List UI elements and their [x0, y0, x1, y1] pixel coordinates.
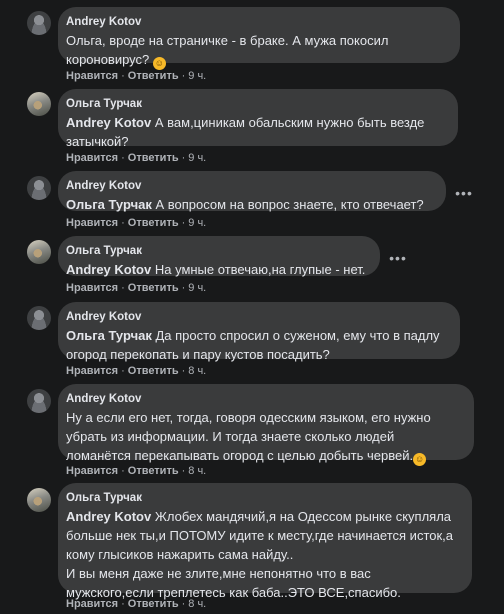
mention-link[interactable]: Andrey Kotov [66, 115, 151, 130]
avatar[interactable] [27, 92, 51, 116]
comment-bubble: Andrey Kotov Ольга Турчак Да просто спро… [58, 302, 460, 362]
grin-emoji-icon: ☺ [413, 453, 427, 466]
like-link[interactable]: Нравится [66, 365, 118, 377]
timestamp[interactable]: 9 ч. [188, 152, 206, 164]
comment-author[interactable]: Andrey Kotov [66, 15, 448, 29]
comment-body: А вопросом на вопрос знаете, кто отвечае… [155, 197, 424, 212]
comment-actions: Нравится · Ответить · 8 ч. [66, 465, 207, 477]
mention-link[interactable]: Andrey Kotov [66, 509, 151, 524]
comment-author[interactable]: Andrey Kotov [66, 310, 448, 324]
reply-link[interactable]: Ответить [128, 282, 179, 294]
avatar[interactable] [27, 389, 51, 413]
comment-text: Ольга, вроде на страничке - в браке. А м… [66, 31, 448, 70]
mention-link[interactable]: Andrey Kotov [66, 262, 151, 277]
comment-actions: Нравится · Ответить · 9 ч. [66, 70, 207, 82]
comment-text: Andrey Kotov А вам,циникам обальским нуж… [66, 113, 446, 151]
reply-link[interactable]: Ответить [128, 152, 179, 164]
mention-link[interactable]: Ольга Турчак [66, 328, 152, 343]
reply-link[interactable]: Ответить [128, 365, 179, 377]
mention-link[interactable]: Ольга Турчак [66, 197, 152, 212]
avatar[interactable] [27, 488, 51, 512]
comment-actions: Нравится · Ответить · 8 ч. [66, 365, 207, 377]
like-link[interactable]: Нравится [66, 217, 118, 229]
comment-actions: Нравится · Ответить · 9 ч. [66, 152, 207, 164]
timestamp[interactable]: 8 ч. [188, 365, 206, 377]
reply-link[interactable]: Ответить [128, 465, 179, 477]
like-link[interactable]: Нравится [66, 598, 118, 610]
comment-author[interactable]: Ольга Турчак [66, 97, 446, 111]
comment-body: На умные отвечаю,на глупые - нет. [154, 262, 366, 277]
comment-bubble: Andrey Kotov Ольга Турчак А вопросом на … [58, 171, 446, 214]
timestamp[interactable]: 9 ч. [188, 217, 206, 229]
avatar[interactable] [27, 306, 51, 330]
comment-author[interactable]: Ольга Турчак [66, 491, 460, 505]
comment-bubble: Ольга Турчак Andrey Kotov А вам,циникам … [58, 89, 458, 149]
comment-author[interactable]: Andrey Kotov [66, 179, 434, 193]
comment-text: Ну а если его нет, тогда, говоря одесски… [66, 408, 462, 466]
like-link[interactable]: Нравится [66, 152, 118, 164]
timestamp[interactable]: 9 ч. [188, 282, 206, 294]
comment-thread: Andrey Kotov Ольга, вроде на страничке -… [0, 0, 504, 614]
comment-actions: Нравится · Ответить · 9 ч. [66, 217, 207, 229]
avatar[interactable] [27, 240, 51, 264]
like-link[interactable]: Нравится [66, 465, 118, 477]
more-options-icon[interactable]: ••• [389, 251, 407, 265]
comment-bubble: Ольга Турчак Andrey Kotov На умные отвеч… [58, 236, 380, 279]
like-link[interactable]: Нравится [66, 70, 118, 82]
comment-text: Andrey Kotov На умные отвечаю,на глупые … [66, 260, 368, 279]
comment-bubble: Andrey Kotov Ну а если его нет, тогда, г… [58, 384, 474, 466]
comment-text: Ольга Турчак Да просто спросил о суженом… [66, 326, 448, 364]
comment-text: Ольга Турчак А вопросом на вопрос знаете… [66, 195, 434, 214]
avatar[interactable] [27, 11, 51, 35]
timestamp[interactable]: 9 ч. [188, 70, 206, 82]
comment-text: Andrey Kotov Жлобех мандячий,я на Одессо… [66, 507, 460, 564]
comment-bubble: Andrey Kotov Ольга, вроде на страничке -… [58, 7, 460, 70]
reply-link[interactable]: Ответить [128, 70, 179, 82]
comment-bubble: Ольга Турчак Andrey Kotov Жлобех мандячи… [58, 483, 472, 600]
comment-actions: Нравится · Ответить · 9 ч. [66, 282, 207, 294]
reply-link[interactable]: Ответить [128, 217, 179, 229]
comment-body: Ольга, вроде на страничке - в браке. А м… [66, 33, 389, 67]
timestamp[interactable]: 8 ч. [188, 598, 206, 610]
comment-actions: Нравится · Ответить · 8 ч. [66, 598, 207, 610]
comment-author[interactable]: Ольга Турчак [66, 244, 368, 258]
comment-body: Ну а если его нет, тогда, говоря одесски… [66, 410, 431, 463]
like-link[interactable]: Нравится [66, 282, 118, 294]
comment-author[interactable]: Andrey Kotov [66, 392, 462, 406]
timestamp[interactable]: 8 ч. [188, 465, 206, 477]
more-options-icon[interactable]: ••• [455, 186, 473, 200]
avatar[interactable] [27, 176, 51, 200]
reply-link[interactable]: Ответить [128, 598, 179, 610]
